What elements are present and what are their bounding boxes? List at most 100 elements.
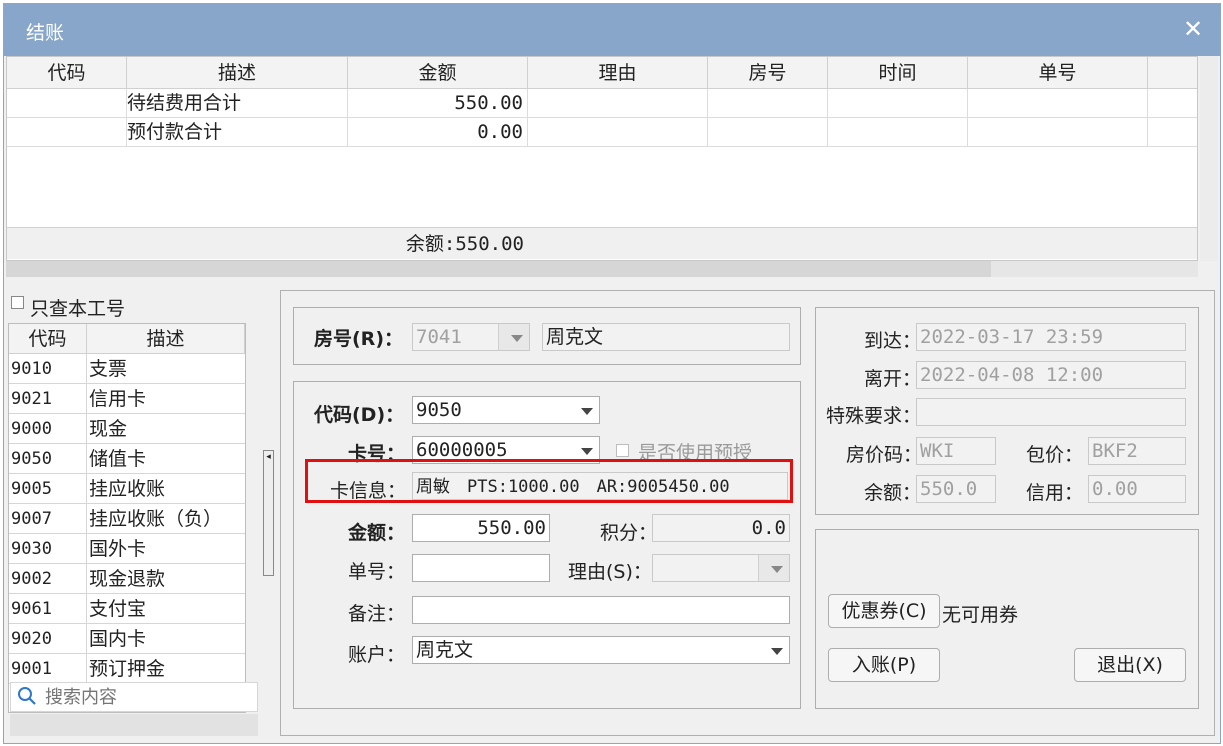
list-item-desc[interactable]: 现金 bbox=[87, 414, 245, 444]
list-item-code[interactable]: 9010 bbox=[9, 354, 87, 384]
account-value: 周克文 bbox=[416, 639, 474, 661]
grid-header-reason[interactable]: 理由 bbox=[528, 57, 708, 89]
grid-horizontal-scrollbar[interactable] bbox=[6, 261, 1198, 277]
list-item-code[interactable]: 9061 bbox=[9, 594, 87, 624]
list-item-code[interactable]: 9001 bbox=[9, 654, 87, 684]
payment-panel: 房号(R)： 7041 周克文 代码(D)： 9050 卡号： 60000005… bbox=[280, 290, 1215, 736]
note-label: 备注： bbox=[348, 603, 406, 625]
grid-cell-code[interactable] bbox=[7, 89, 127, 118]
list-item-code[interactable]: 9002 bbox=[9, 564, 87, 594]
list-header-desc[interactable]: 描述 bbox=[87, 324, 245, 354]
search-box[interactable] bbox=[10, 682, 258, 712]
list-item-code[interactable]: 9030 bbox=[9, 534, 87, 564]
list-item-desc[interactable]: 支票 bbox=[87, 354, 245, 384]
special-label: 特殊要求： bbox=[826, 405, 922, 427]
room-select[interactable]: 7041 bbox=[412, 323, 530, 351]
exit-button[interactable]: 退出(X) bbox=[1074, 648, 1186, 682]
depart-field: 2022-04-08 12:00 bbox=[916, 361, 1186, 389]
grid-balance: 余额:550.00 bbox=[405, 233, 524, 255]
list-item-desc[interactable]: 储值卡 bbox=[87, 444, 245, 474]
reason-select[interactable] bbox=[652, 554, 790, 582]
post-button[interactable]: 入账(P) bbox=[828, 648, 940, 682]
card-info-highlight bbox=[305, 459, 793, 503]
panel-splitter[interactable]: ◂ bbox=[263, 450, 274, 576]
room-dropdown-button[interactable] bbox=[498, 324, 529, 350]
list-scrollbar[interactable] bbox=[10, 714, 258, 736]
use-preauth-checkbox[interactable] bbox=[616, 444, 629, 457]
list-item-desc[interactable]: 预订押金 bbox=[87, 654, 245, 684]
list-item-code[interactable]: 9000 bbox=[9, 414, 87, 444]
grid-cell-reason[interactable] bbox=[528, 89, 708, 118]
list-item-code[interactable]: 9021 bbox=[9, 384, 87, 414]
amount-input[interactable]: 550.00 bbox=[412, 514, 550, 542]
grid-cell-amount[interactable]: 0.00 bbox=[348, 118, 528, 147]
chevron-down-icon bbox=[581, 408, 593, 415]
close-icon[interactable]: ✕ bbox=[1174, 10, 1212, 48]
grid-header-docno[interactable]: 单号 bbox=[968, 57, 1148, 89]
grid-cell-spacer bbox=[1148, 118, 1197, 147]
account-select[interactable]: 周克文 bbox=[412, 636, 790, 664]
window-title: 结账 bbox=[26, 22, 65, 44]
actions-group: 优惠券(C) 无可用券 入账(P) 退出(X) bbox=[815, 529, 1199, 709]
grid-scroll-thumb[interactable] bbox=[6, 261, 991, 277]
code-value: 9050 bbox=[416, 399, 462, 421]
code-select[interactable]: 9050 bbox=[412, 396, 600, 424]
room-label: 房号(R)： bbox=[314, 328, 403, 350]
amount-label: 金额： bbox=[348, 522, 406, 544]
list-item-desc[interactable]: 国内卡 bbox=[87, 624, 245, 654]
note-input[interactable] bbox=[412, 596, 790, 624]
grid-header-desc[interactable]: 描述 bbox=[127, 57, 348, 89]
special-field bbox=[916, 398, 1186, 426]
chevron-down-icon bbox=[771, 566, 783, 573]
grid-cell-docno[interactable] bbox=[968, 118, 1148, 147]
grid-header-room[interactable]: 房号 bbox=[708, 57, 828, 89]
payment-form-group: 代码(D)： 9050 卡号： 60000005 是否使用预授 卡信息： 周敏 … bbox=[293, 381, 801, 709]
arrive-field: 2022-03-17 23:59 bbox=[916, 323, 1186, 351]
grid-cell-code[interactable] bbox=[7, 118, 127, 147]
points-label: 积分： bbox=[600, 522, 658, 544]
grid-cell-desc[interactable]: 待结费用合计 bbox=[127, 89, 348, 118]
list-item-code[interactable]: 9050 bbox=[9, 444, 87, 474]
docno-input[interactable] bbox=[412, 554, 550, 582]
list-item-desc[interactable]: 支付宝 bbox=[87, 594, 245, 624]
list-header-code[interactable]: 代码 bbox=[9, 324, 87, 354]
grid-cell-room[interactable] bbox=[708, 89, 828, 118]
coupon-button[interactable]: 优惠券(C) bbox=[828, 594, 940, 628]
charges-grid: 代码 描述 金额 理由 房号 时间 单号 待结费用合计 550.00 预付款合计… bbox=[6, 56, 1198, 261]
points-field: 0.0 bbox=[652, 514, 790, 542]
grid-cell-desc[interactable]: 预付款合计 bbox=[127, 118, 348, 147]
only-my-id-checkbox[interactable] bbox=[11, 296, 24, 309]
list-item-code[interactable]: 9020 bbox=[9, 624, 87, 654]
coupon-status: 无可用券 bbox=[942, 604, 1019, 626]
info-balance-field: 550.0 bbox=[916, 475, 996, 503]
grid-header-time[interactable]: 时间 bbox=[828, 57, 968, 89]
reason-dropdown-button[interactable] bbox=[758, 555, 789, 581]
info-balance-label: 余额： bbox=[864, 482, 922, 504]
package-field: BKF2 bbox=[1088, 437, 1186, 465]
grid-cell-time[interactable] bbox=[828, 118, 968, 147]
list-item-desc[interactable]: 国外卡 bbox=[87, 534, 245, 564]
list-item-code[interactable]: 9007 bbox=[9, 504, 87, 534]
grid-vertical-scrollbar[interactable] bbox=[1200, 56, 1218, 261]
card-value: 60000005 bbox=[416, 439, 508, 461]
search-input[interactable] bbox=[43, 685, 253, 709]
grid-cell-room[interactable] bbox=[708, 118, 828, 147]
checkout-window: 结账 ✕ 代码 描述 金额 理由 房号 时间 单号 待结费用合计 550.00 … bbox=[3, 3, 1221, 744]
grid-cell-time[interactable] bbox=[828, 89, 968, 118]
rate-code-label: 房价码： bbox=[846, 444, 923, 466]
list-item-code[interactable]: 9005 bbox=[9, 474, 87, 504]
list-item-desc[interactable]: 现金退款 bbox=[87, 564, 245, 594]
grid-cell-reason[interactable] bbox=[528, 118, 708, 147]
title-bar: 结账 ✕ bbox=[4, 4, 1220, 56]
list-item-desc[interactable]: 挂应收账 bbox=[87, 474, 245, 504]
credit-field: 0.00 bbox=[1088, 475, 1186, 503]
grid-header-code[interactable]: 代码 bbox=[7, 57, 127, 89]
grid-cell-amount[interactable]: 550.00 bbox=[348, 89, 528, 118]
list-item-desc[interactable]: 信用卡 bbox=[87, 384, 245, 414]
grid-header-spacer bbox=[1148, 57, 1197, 89]
grid-cell-docno[interactable] bbox=[968, 89, 1148, 118]
credit-label: 信用： bbox=[1026, 482, 1084, 504]
list-item-desc[interactable]: 挂应收账（负） bbox=[87, 504, 245, 534]
package-label: 包价： bbox=[1026, 444, 1084, 466]
grid-header-amount[interactable]: 金额 bbox=[348, 57, 528, 89]
